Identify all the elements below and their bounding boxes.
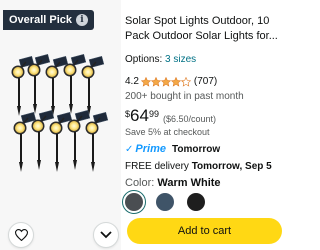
solar-light <box>13 112 37 172</box>
solar-light <box>45 56 69 116</box>
info-icon[interactable]: i <box>76 14 88 26</box>
save-note: Save 5% at checkout <box>125 127 210 137</box>
swatch-warm-white[interactable] <box>122 190 146 214</box>
options-label: Options: <box>125 54 163 65</box>
star-rating <box>140 76 191 87</box>
star-icon <box>140 76 151 87</box>
add-to-cart-button[interactable]: Add to cart <box>127 218 282 244</box>
solar-light <box>49 112 73 172</box>
unit-price: ($6.50/count) <box>162 114 216 124</box>
delivery-prefix: FREE delivery <box>125 161 189 172</box>
color-value: Warm White <box>157 177 221 189</box>
prime-logo: Prime <box>135 143 166 155</box>
badge-label: Overall Pick <box>9 14 72 26</box>
price-fraction: 99 <box>148 109 159 119</box>
solar-light <box>81 56 105 116</box>
wishlist-button[interactable] <box>8 222 34 248</box>
star-icon <box>160 76 171 87</box>
prime-row: ✓ Prime Tomorrow <box>125 143 290 155</box>
options-row: Options: 3 sizes <box>125 54 290 65</box>
solar-light <box>85 112 109 172</box>
product-image-panel[interactable]: Overall Pick i <box>0 0 121 250</box>
product-info: Solar Spot Lights Outdoor, 10 Pack Outdo… <box>122 14 290 214</box>
rating-count[interactable]: (707) <box>194 76 217 87</box>
prime-delivery-day: Tomorrow <box>171 143 221 155</box>
product-image <box>11 54 109 172</box>
overall-pick-badge: Overall Pick i <box>3 10 94 30</box>
price-whole: 64 <box>130 106 149 125</box>
chevron-down-icon <box>100 231 112 239</box>
more-images-button[interactable] <box>93 222 119 248</box>
bought-in-past-month: 200+ bought in past month <box>125 91 244 102</box>
color-swatches <box>122 190 290 214</box>
prime-check-icon: ✓ <box>125 143 134 155</box>
color-label: Color: <box>125 177 155 189</box>
options-link[interactable]: 3 sizes <box>165 54 196 65</box>
product-title[interactable]: Solar Spot Lights Outdoor, 10 Pack Outdo… <box>125 14 290 44</box>
delivery-date: Tomorrow, Sep 5 <box>191 161 272 172</box>
swatch-blue[interactable] <box>156 193 174 211</box>
heart-icon <box>14 229 28 241</box>
add-to-cart-label: Add to cart <box>177 225 232 237</box>
star-icon <box>170 76 181 87</box>
delivery-info: FREE delivery Tomorrow, Sep 5 <box>125 161 290 172</box>
rating-value: 4.2 <box>125 76 139 87</box>
rating-row[interactable]: 4.2 (707) <box>125 76 290 87</box>
price: $ 64 99 ($6.50/count) <box>125 106 290 125</box>
swatch-black[interactable] <box>187 193 205 211</box>
star-icon <box>180 76 191 87</box>
color-row: Color: Warm White <box>125 177 290 189</box>
star-icon <box>150 76 161 87</box>
